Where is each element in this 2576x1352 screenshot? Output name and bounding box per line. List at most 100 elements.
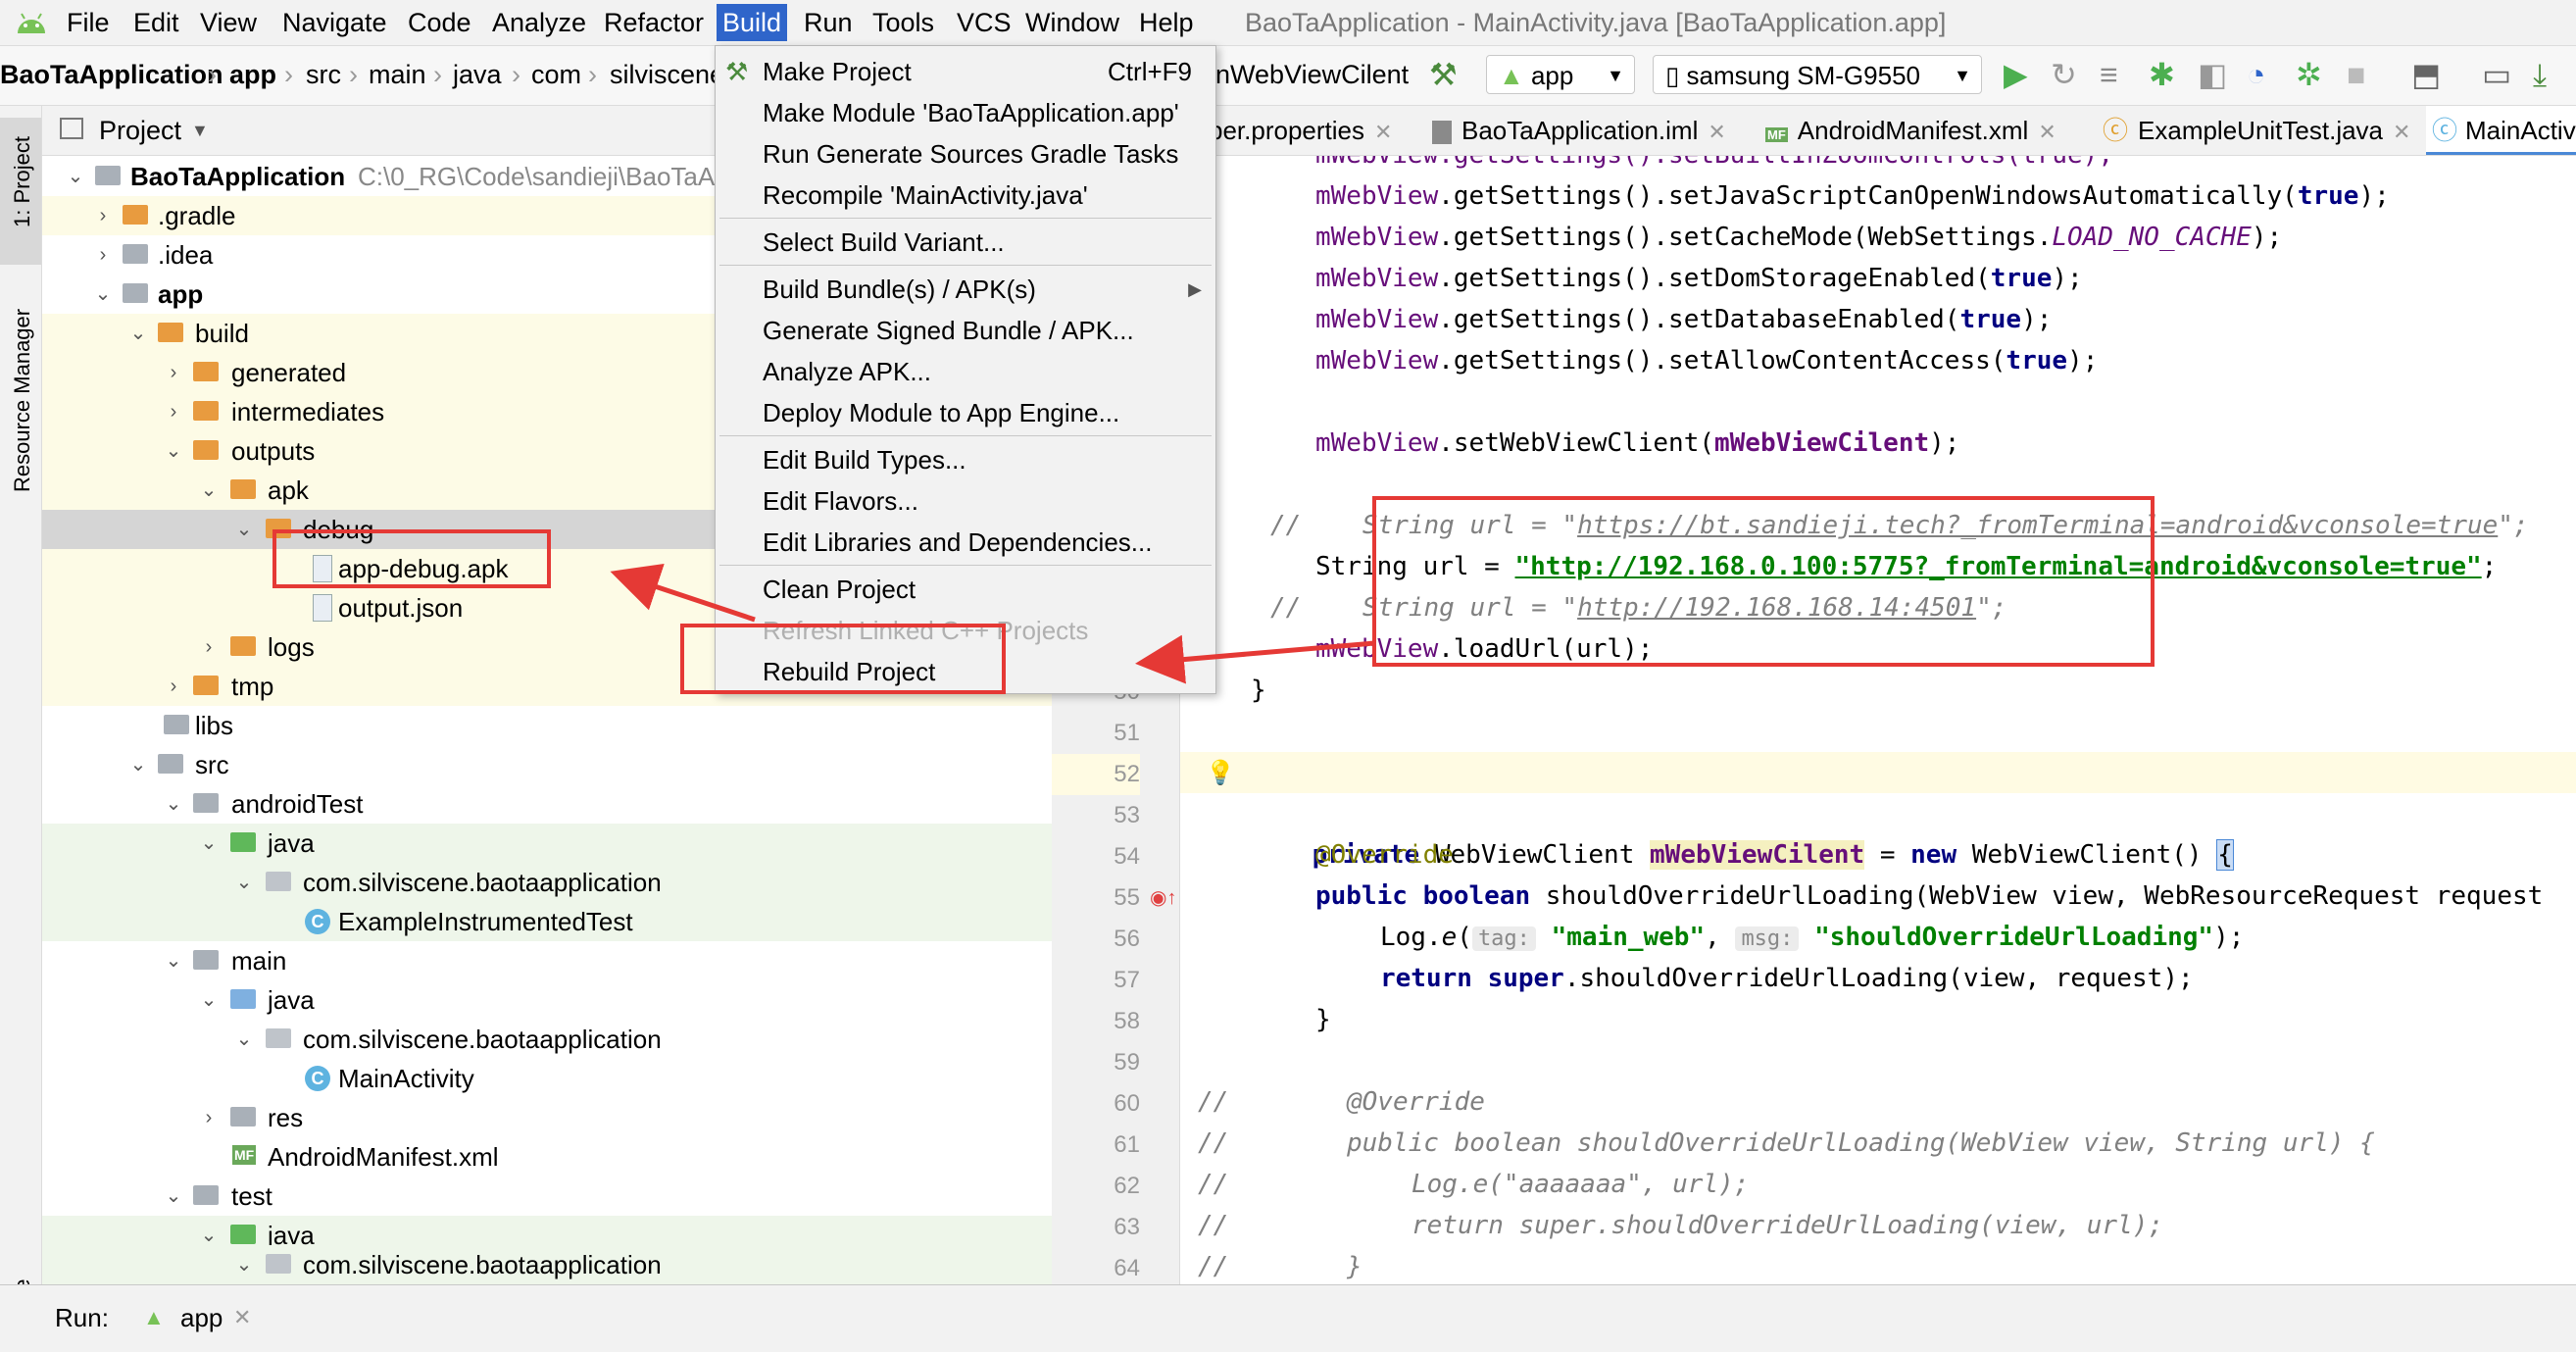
close-icon[interactable]: ✕ [1374,120,1392,144]
chevron-right-icon[interactable]: › [164,667,183,706]
tab-manifest[interactable]: MF AndroidManifest.xml ✕ [1758,106,2130,155]
hammer-icon[interactable]: ⚒ [1429,56,1458,93]
stop-icon[interactable]: ■ [2347,56,2365,93]
menu-item-recompile[interactable]: Recompile 'MainActivity.java' [716,175,1215,216]
chevron-down-icon[interactable]: ⌄ [93,275,113,314]
chevron-right-icon[interactable]: › [199,1098,219,1137]
chevron-down-icon[interactable]: ⌄ [199,471,219,510]
breadcrumb-member[interactable]: nWebViewCilent [1215,58,1409,91]
tree-row[interactable]: MF AndroidManifest.xml [42,1137,1052,1177]
chevron-right-icon[interactable]: › [93,196,113,235]
tree-row[interactable]: ⌄ com.silviscene.baotaapplication [42,863,1052,902]
lightbulb-icon[interactable]: 💡 [1206,752,1235,793]
menu-window[interactable]: Window [1019,4,1125,41]
menu-item-analyze-apk[interactable]: Analyze APK... [716,351,1215,392]
close-icon[interactable]: ✕ [2393,120,2410,144]
chevron-right-icon[interactable]: › [164,353,183,392]
project-view-selector[interactable]: Project [99,106,181,155]
breadcrumb-silviscene[interactable]: silviscene [610,58,724,91]
code-editor[interactable]: mWebView.getSettings().setBuiltInZoomCon… [1180,156,2576,1284]
apply-changes-icon[interactable]: ↻ [2051,56,2077,93]
close-icon[interactable]: ✕ [1708,120,1725,144]
tree-row[interactable]: libs [42,706,1052,745]
sdk-manager-icon[interactable]: ⤓ [2533,56,2547,93]
menu-code[interactable]: Code [402,4,477,41]
run-config-selector[interactable]: ▲ app ▼ [1486,55,1635,94]
sync-gradle-icon[interactable]: ⬒ [2411,56,2441,93]
chevron-down-icon[interactable]: ⌄ [234,1020,254,1059]
coverage-icon[interactable]: ◧ [2198,56,2227,93]
chevron-down-icon[interactable]: ⌄ [164,784,183,824]
chevron-down-icon[interactable]: ⌄ [234,1245,254,1284]
breadcrumb-com[interactable]: com [531,58,581,91]
chevron-down-icon[interactable]: ⌄ [128,745,148,784]
tab-exampleunittest[interactable]: ⓒ ExampleUnitTest.java ✕ [2097,106,2430,155]
menu-vcs[interactable]: VCS [951,4,1017,41]
menu-item-make-module[interactable]: Make Module 'BaoTaApplication.app' [716,92,1215,133]
tree-row[interactable]: ⌄ com.silviscene.baotaapplication [42,1245,1052,1284]
chevron-down-icon[interactable]: ⌄ [199,824,219,863]
chevron-down-icon[interactable]: ▼ [191,106,209,155]
breadcrumb-src[interactable]: src [306,58,341,91]
debug-icon[interactable]: ✱ [2149,56,2175,93]
menu-item-generate-signed[interactable]: Generate Signed Bundle / APK... [716,310,1215,351]
chevron-down-icon[interactable]: ⌄ [164,941,183,980]
run-tab-app[interactable]: app [180,1301,223,1334]
apply-code-changes-icon[interactable]: ≡ [2100,56,2118,93]
tree-row[interactable]: ⌄ src [42,745,1052,784]
menu-item-clean-project[interactable]: Clean Project [716,569,1215,610]
profile-icon[interactable]: ◔ [2247,56,2265,93]
avd-manager-icon[interactable]: ▭ [2482,56,2511,93]
menu-view[interactable]: View [194,4,263,41]
chevron-right-icon[interactable]: › [93,235,113,275]
menu-tools[interactable]: Tools [867,4,940,41]
chevron-down-icon[interactable]: ⌄ [234,863,254,902]
menu-item-make-project[interactable]: ⚒ Make Project Ctrl+F9 [716,51,1215,92]
tree-row[interactable]: ⌄ java [42,980,1052,1020]
menu-file[interactable]: File [61,4,116,41]
menu-item-run-generate-sources[interactable]: Run Generate Sources Gradle Tasks [716,133,1215,175]
chevron-down-icon[interactable]: ⌄ [66,157,85,196]
close-icon[interactable]: ✕ [2038,120,2056,144]
menu-item-build-bundle-apk[interactable]: Build Bundle(s) / APK(s) ▶ [716,269,1215,310]
menu-item-edit-flavors[interactable]: Edit Flavors... [716,480,1215,522]
menu-navigate[interactable]: Navigate [276,4,393,41]
chevron-down-icon[interactable]: ⌄ [128,314,148,353]
tree-row[interactable]: ⌄ main [42,941,1052,980]
close-icon[interactable]: ✕ [233,1301,251,1334]
menu-item-select-build-variant[interactable]: Select Build Variant... [716,222,1215,263]
menu-help[interactable]: Help [1133,4,1200,41]
resource-manager-tab[interactable]: Resource Manager [10,309,35,492]
tree-row[interactable]: ⌄ com.silviscene.baotaapplication [42,1020,1052,1059]
tree-row[interactable]: C MainActivity [42,1059,1052,1098]
breadcrumb-project[interactable]: BaoTaApplication [0,58,223,91]
menu-edit[interactable]: Edit [127,4,185,41]
project-tool-tab[interactable]: 1: Project [0,118,41,265]
tree-row[interactable]: ⌄ test [42,1177,1052,1216]
menu-item-deploy-module[interactable]: Deploy Module to App Engine... [716,392,1215,433]
tree-row[interactable]: › res [42,1098,1052,1137]
run-icon[interactable]: ▶ [2004,56,2028,93]
breadcrumb-main[interactable]: main [369,58,426,91]
chevron-right-icon[interactable]: › [199,627,219,667]
tree-row[interactable]: ⌄ java [42,824,1052,863]
chevron-down-icon[interactable]: ⌄ [164,1177,183,1216]
device-selector[interactable]: ▯ samsung SM-G9550 ▼ [1653,55,1982,94]
override-marker-icon[interactable]: ◉↑ [1150,877,1176,919]
tree-row[interactable]: ⌄ androidTest [42,784,1052,824]
menu-refactor[interactable]: Refactor [598,4,710,41]
tab-mainactivity[interactable]: ⓒ MainActivi [2426,106,2576,155]
chevron-down-icon[interactable]: ⌄ [164,431,183,471]
menu-item-edit-libraries[interactable]: Edit Libraries and Dependencies... [716,522,1215,563]
attach-debugger-icon[interactable]: ✲ [2296,56,2322,93]
tab-iml[interactable]: BaoTaApplication.iml ✕ [1424,106,1758,155]
chevron-down-icon[interactable]: ⌄ [234,510,254,549]
menu-analyze[interactable]: Analyze [486,4,592,41]
chevron-right-icon[interactable]: › [164,392,183,431]
chevron-down-icon[interactable]: ⌄ [199,980,219,1020]
breadcrumb-app[interactable]: app [229,58,276,91]
menu-run[interactable]: Run [798,4,859,41]
menu-item-edit-build-types[interactable]: Edit Build Types... [716,439,1215,480]
breadcrumb-java[interactable]: java [453,58,502,91]
tree-row[interactable]: C ExampleInstrumentedTest [42,902,1052,941]
